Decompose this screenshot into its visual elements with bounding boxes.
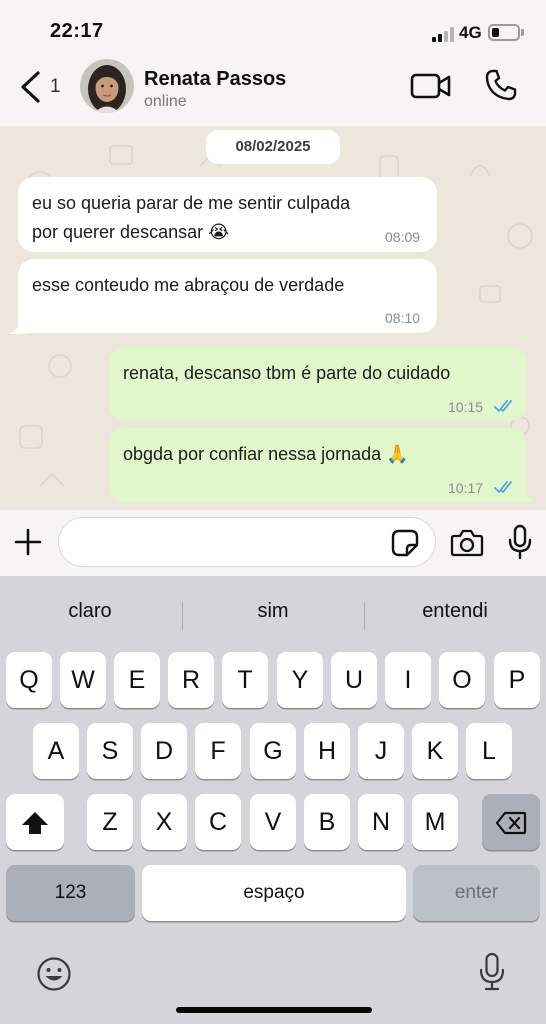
read-receipt-icon xyxy=(494,481,512,493)
battery-cap xyxy=(521,29,524,36)
key-q[interactable]: Q xyxy=(6,652,52,708)
home-indicator xyxy=(176,1007,372,1013)
battery-icon xyxy=(488,24,520,41)
message-bubble-outgoing[interactable]: obgda por confiar nessa jornada 🙏 10:17 xyxy=(109,428,527,502)
key-w[interactable]: W xyxy=(60,652,106,708)
message-text: esse conteudo me abraçou de verdade xyxy=(32,275,345,295)
microphone-icon[interactable] xyxy=(508,524,532,560)
key-z[interactable]: Z xyxy=(87,794,133,850)
date-divider: 08/02/2025 xyxy=(206,130,340,164)
key-h[interactable]: H xyxy=(304,723,350,779)
chevron-left-icon[interactable] xyxy=(18,70,44,104)
space-key[interactable]: espaço xyxy=(142,865,406,921)
camera-icon[interactable] xyxy=(450,528,484,558)
message-text: eu so queria parar de me sentir culpada … xyxy=(32,193,351,242)
message-bubble-incoming[interactable]: esse conteudo me abraçou de verdade 08:1… xyxy=(18,259,437,333)
key-k[interactable]: K xyxy=(412,723,458,779)
shift-key[interactable] xyxy=(6,794,64,850)
suggestion-item[interactable]: claro xyxy=(0,600,180,623)
sticker-icon[interactable] xyxy=(390,528,420,558)
numbers-key[interactable]: 123 xyxy=(6,865,135,921)
key-o[interactable]: O xyxy=(439,652,485,708)
plus-icon[interactable] xyxy=(14,528,42,556)
contact-status: online xyxy=(144,93,187,110)
message-bubble-incoming[interactable]: eu so queria parar de me sentir culpada … xyxy=(18,177,437,252)
suggestion-item[interactable]: sim xyxy=(183,600,363,623)
message-time: 10:17 xyxy=(448,480,484,496)
backspace-key[interactable] xyxy=(482,794,540,850)
key-f[interactable]: F xyxy=(195,723,241,779)
backspace-icon xyxy=(495,812,527,835)
chat-area[interactable]: 08/02/2025 eu so queria parar de me sent… xyxy=(0,126,546,510)
message-text: obgda por confiar nessa jornada 🙏 xyxy=(123,444,409,464)
chat-header: 1 Renata Passos online xyxy=(0,59,546,126)
suggestion-item[interactable]: entendi xyxy=(365,600,545,623)
message-time: 08:10 xyxy=(385,310,421,326)
key-v[interactable]: V xyxy=(250,794,296,850)
key-x[interactable]: X xyxy=(141,794,187,850)
key-l[interactable]: L xyxy=(466,723,512,779)
key-t[interactable]: T xyxy=(222,652,268,708)
key-d[interactable]: D xyxy=(141,723,187,779)
status-bar: 22:17 4G xyxy=(0,0,546,60)
network-type: 4G xyxy=(459,23,482,42)
unread-count[interactable]: 1 xyxy=(50,76,61,98)
message-bubble-outgoing[interactable]: renata, descanso tbm é parte do cuidado … xyxy=(109,347,527,421)
key-b[interactable]: B xyxy=(304,794,350,850)
message-time: 10:15 xyxy=(448,399,484,415)
keyboard: claro sim entendi Q W E R T Y U I O P A … xyxy=(0,576,546,1024)
message-time: 08:09 xyxy=(385,229,421,245)
key-g[interactable]: G xyxy=(250,723,296,779)
message-input[interactable] xyxy=(58,517,436,567)
contact-name[interactable]: Renata Passos xyxy=(144,68,286,91)
key-a[interactable]: A xyxy=(33,723,79,779)
phone-icon[interactable] xyxy=(484,68,518,102)
key-u[interactable]: U xyxy=(331,652,377,708)
key-y[interactable]: Y xyxy=(277,652,323,708)
microphone-icon[interactable] xyxy=(478,952,506,992)
key-p[interactable]: P xyxy=(494,652,540,708)
avatar[interactable] xyxy=(80,59,134,113)
emoji-icon[interactable] xyxy=(36,956,72,992)
status-time: 22:17 xyxy=(50,20,104,42)
message-text: renata, descanso tbm é parte do cuidado xyxy=(123,363,451,383)
video-camera-icon[interactable] xyxy=(410,72,452,100)
read-receipt-icon xyxy=(494,400,512,412)
suggestion-bar: claro sim entendi xyxy=(0,576,546,654)
shift-icon xyxy=(22,812,48,835)
key-e[interactable]: E xyxy=(114,652,160,708)
composer-bar xyxy=(0,510,546,576)
signal-icon xyxy=(432,26,454,42)
enter-key[interactable]: enter xyxy=(413,865,540,921)
key-s[interactable]: S xyxy=(87,723,133,779)
key-m[interactable]: M xyxy=(412,794,458,850)
key-r[interactable]: R xyxy=(168,652,214,708)
key-j[interactable]: J xyxy=(358,723,404,779)
key-c[interactable]: C xyxy=(195,794,241,850)
key-n[interactable]: N xyxy=(358,794,404,850)
key-i[interactable]: I xyxy=(385,652,431,708)
